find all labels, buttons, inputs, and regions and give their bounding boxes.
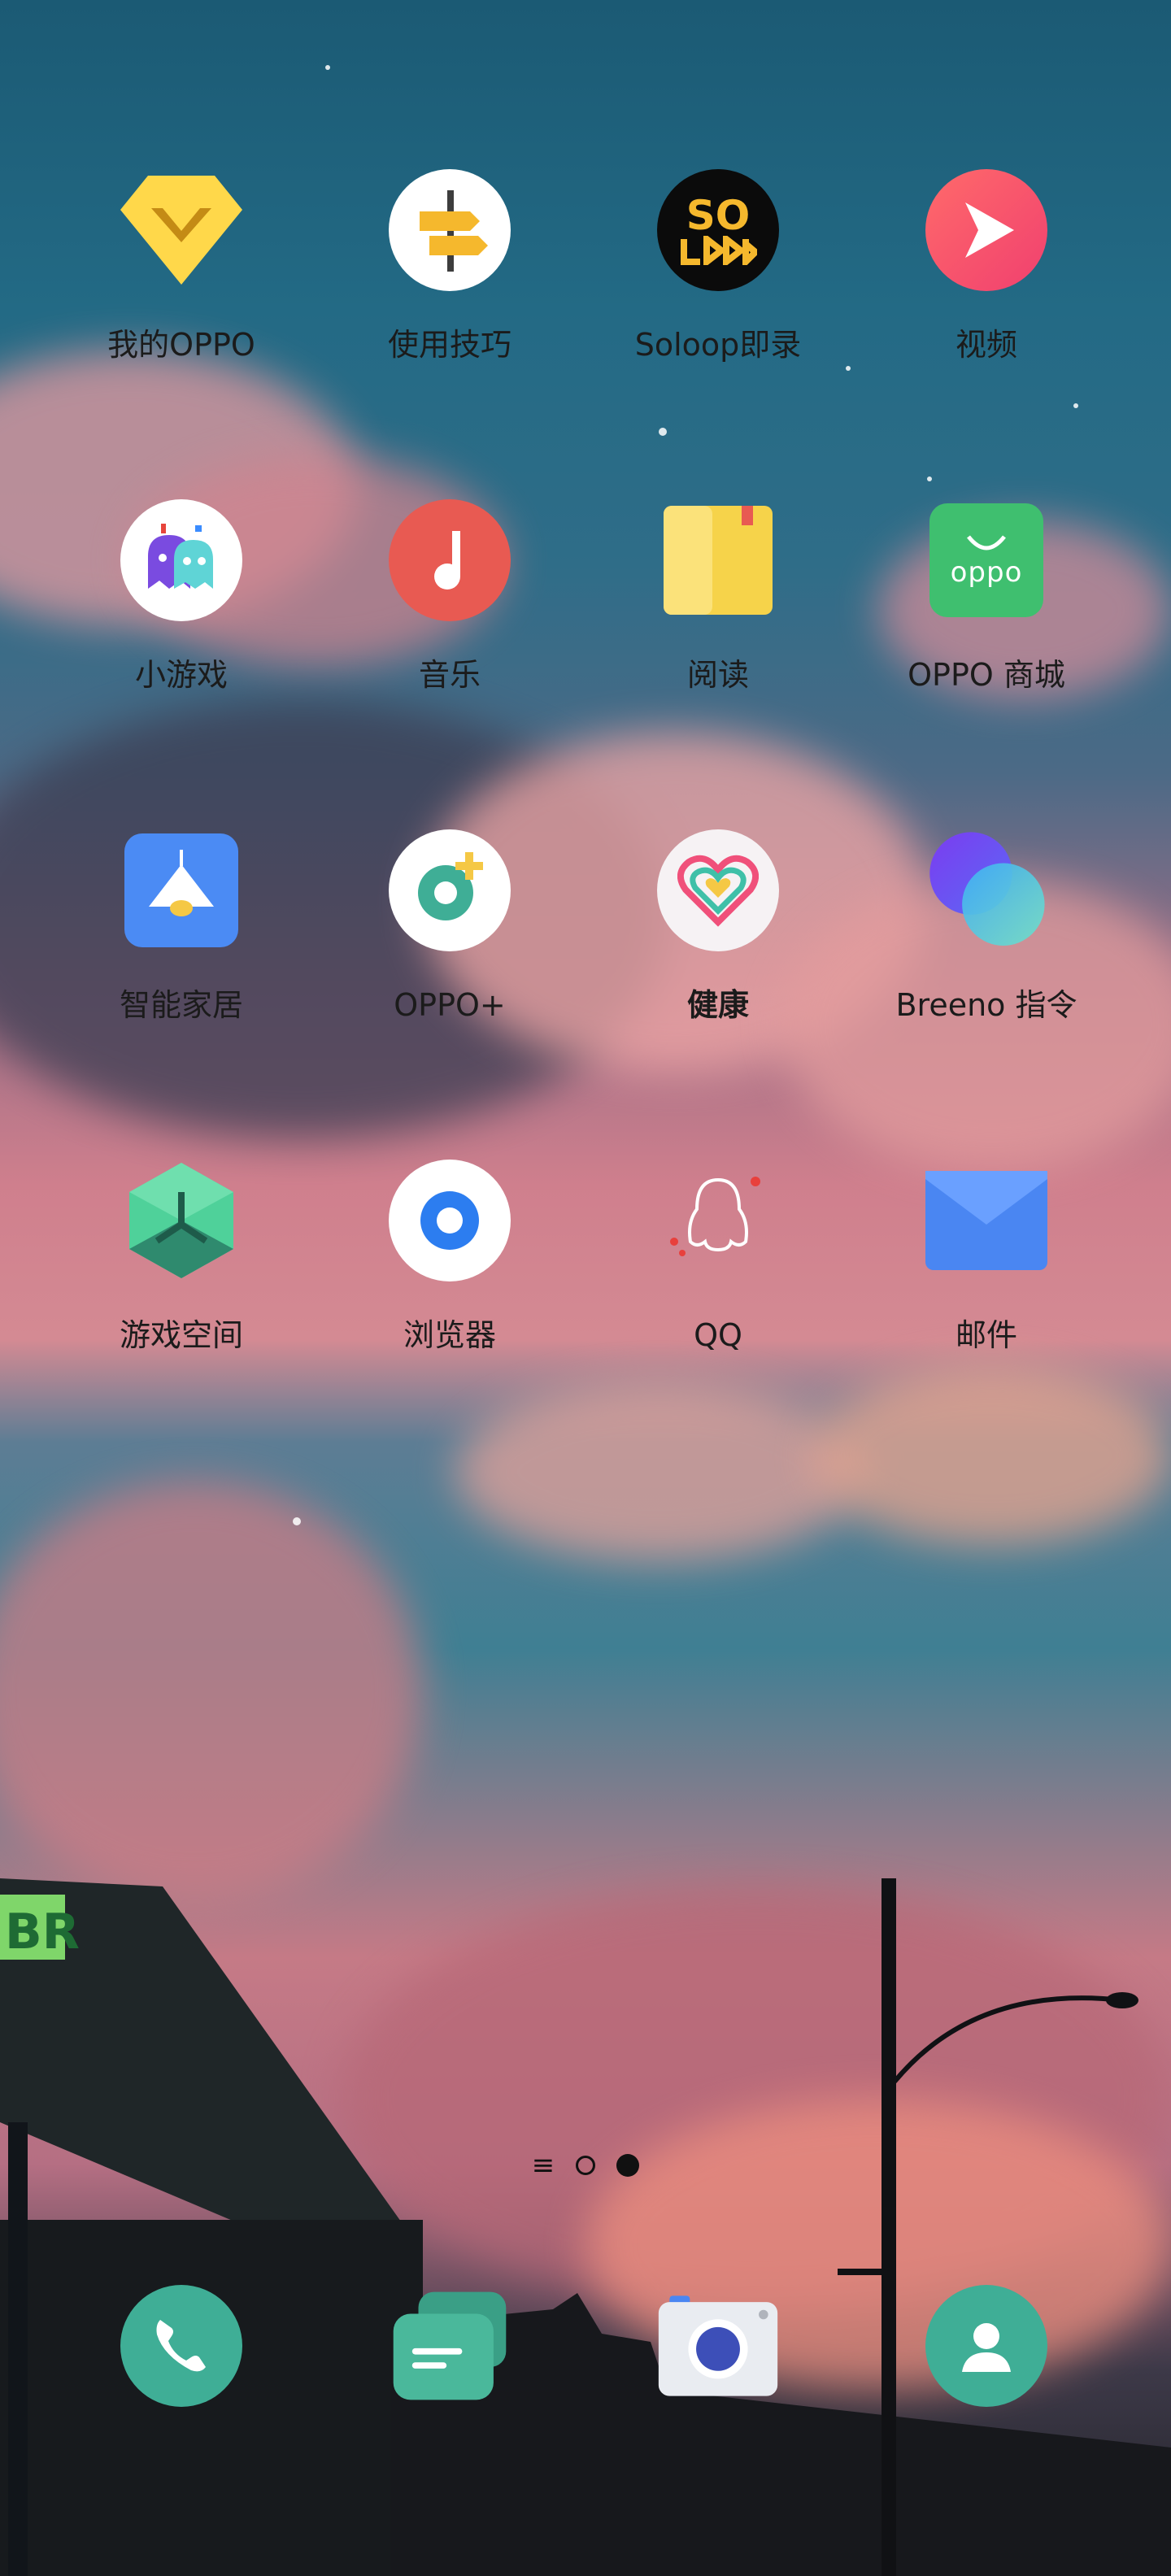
- wallpaper-star: [325, 65, 330, 70]
- home-screen: BR 我的OPPO 使用技巧 SO Soloop即录 视频 小游戏 音乐 阅读 …: [0, 0, 1171, 2576]
- store-logo-text: oppo: [950, 556, 1023, 589]
- shopping-bag-icon: oppo: [924, 498, 1049, 623]
- app-label: 浏览器: [403, 1317, 496, 1353]
- app-label: 小游戏: [134, 657, 228, 693]
- app-label: OPPO 商城: [908, 657, 1065, 693]
- music-note-icon: [387, 498, 512, 623]
- app-label: 音乐: [418, 657, 481, 693]
- dock-camera[interactable]: [584, 2283, 852, 2413]
- app-browser[interactable]: 浏览器: [316, 1158, 584, 1402]
- oppo-plus-icon: [387, 828, 512, 953]
- penguin-icon: [655, 1158, 781, 1283]
- station-sign-text: BR: [5, 1904, 80, 1960]
- app-my-oppo[interactable]: 我的OPPO: [47, 168, 316, 411]
- app-breeno[interactable]: Breeno 指令: [852, 828, 1121, 1072]
- dock-contacts[interactable]: [852, 2283, 1121, 2413]
- app-mail[interactable]: 邮件: [852, 1158, 1121, 1402]
- app-label: 健康: [686, 987, 749, 1023]
- contact-person-icon: [924, 2283, 1049, 2408]
- app-health[interactable]: 健康: [584, 828, 852, 1072]
- wallpaper-cloud: [0, 1480, 423, 1903]
- app-label: 我的OPPO: [107, 327, 255, 363]
- app-qq[interactable]: QQ: [584, 1158, 852, 1402]
- app-label: QQ: [694, 1317, 742, 1353]
- app-label: Soloop即录: [634, 327, 802, 363]
- app-drawer-menu-icon[interactable]: ≡: [532, 2152, 555, 2179]
- video-play-icon: [924, 168, 1049, 293]
- soloop-icon: SO: [655, 168, 781, 293]
- app-label: 使用技巧: [387, 327, 511, 363]
- browser-icon: [387, 1158, 512, 1283]
- my-oppo-diamond-icon: [119, 168, 244, 293]
- breeno-circles-icon: [924, 828, 1049, 953]
- phone-icon: [119, 2283, 244, 2408]
- dock: [0, 2283, 1171, 2413]
- app-mini-games[interactable]: 小游戏: [47, 498, 316, 742]
- app-label: 视频: [955, 327, 1017, 363]
- wallpaper-cloud: [455, 1382, 862, 1561]
- app-label: 阅读: [686, 657, 749, 693]
- app-label: 邮件: [955, 1317, 1017, 1353]
- dock-messages[interactable]: [316, 2283, 584, 2413]
- soloop-logo-text: SO: [686, 192, 751, 239]
- message-bubble-icon: [387, 2283, 512, 2408]
- book-icon: [655, 498, 781, 623]
- dock-phone[interactable]: [47, 2283, 316, 2413]
- app-oppo-plus[interactable]: OPPO+: [316, 828, 584, 1072]
- page-dot-1[interactable]: [576, 2156, 596, 2175]
- signpost-icon: [387, 168, 512, 293]
- wallpaper-star: [927, 476, 932, 481]
- envelope-icon: [924, 1158, 1049, 1283]
- app-video[interactable]: 视频: [852, 168, 1121, 411]
- wallpaper-star: [293, 1517, 301, 1525]
- app-smart-home[interactable]: 智能家居: [47, 828, 316, 1072]
- ghosts-icon: [119, 498, 244, 623]
- page-dot-2-active[interactable]: [616, 2154, 640, 2177]
- lamp-icon: [119, 828, 244, 953]
- page-indicator: ≡: [0, 2152, 1171, 2179]
- app-tips[interactable]: 使用技巧: [316, 168, 584, 411]
- heart-icon: [655, 828, 781, 953]
- camera-icon: [655, 2283, 781, 2408]
- app-game-space[interactable]: 游戏空间: [47, 1158, 316, 1402]
- game-hexagon-icon: [119, 1158, 244, 1283]
- app-label: 游戏空间: [119, 1317, 243, 1353]
- app-reading[interactable]: 阅读: [584, 498, 852, 742]
- app-soloop[interactable]: SO Soloop即录: [584, 168, 852, 411]
- app-oppo-store[interactable]: oppo OPPO 商城: [852, 498, 1121, 742]
- app-label: 智能家居: [119, 987, 243, 1023]
- app-label: OPPO+: [394, 987, 506, 1023]
- wallpaper-gas-station: BR: [0, 1878, 423, 2576]
- app-label: Breeno 指令: [895, 987, 1077, 1023]
- wallpaper-star: [659, 428, 667, 436]
- wallpaper-lamp-post: [838, 1878, 1138, 2576]
- app-music[interactable]: 音乐: [316, 498, 584, 742]
